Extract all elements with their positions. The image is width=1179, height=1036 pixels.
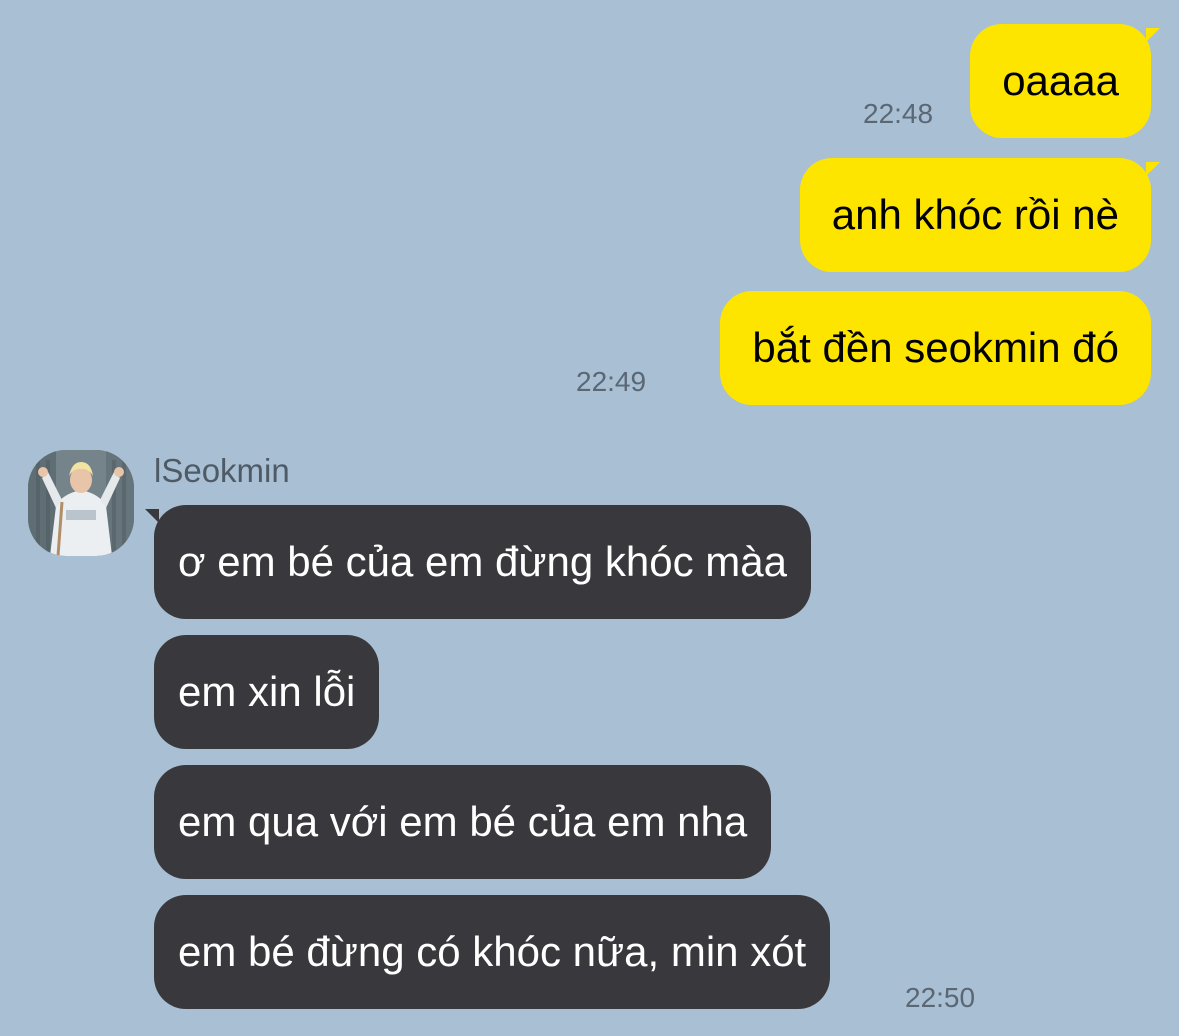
- message-text: em bé đừng có khóc nữa, min xót: [178, 928, 807, 975]
- incoming-message[interactable]: em xin lỗi: [154, 635, 380, 749]
- incoming-message[interactable]: em bé đừng có khóc nữa, min xót: [154, 895, 831, 1009]
- outgoing-message[interactable]: anh khóc rồi nè: [799, 158, 1160, 272]
- bubble-tail: [1146, 28, 1160, 42]
- contact-avatar[interactable]: [28, 450, 134, 556]
- contact-name: lSeokmin: [154, 452, 290, 489]
- outgoing-message[interactable]: oaaaa: [970, 24, 1160, 138]
- bubble-tail: [145, 509, 159, 523]
- message-text: bắt đền seokmin đó: [752, 324, 1119, 371]
- message-timestamp: 22:50: [905, 982, 976, 1013]
- message-text: anh khóc rồi nè: [831, 191, 1119, 238]
- incoming-message[interactable]: ơ em bé của em đừng khóc màa: [145, 505, 811, 619]
- message-text: em qua với em bé của em nha: [178, 798, 748, 845]
- message-text: ơ em bé của em đừng khóc màa: [178, 538, 787, 585]
- message-text: oaaaa: [1002, 57, 1119, 104]
- incoming-message[interactable]: em qua với em bé của em nha: [154, 765, 772, 879]
- avatar-photo-icon: [28, 450, 134, 556]
- message-text: em xin lỗi: [178, 668, 356, 715]
- outgoing-message[interactable]: bắt đền seokmin đó: [720, 291, 1151, 405]
- message-timestamp: 22:48: [863, 98, 934, 129]
- bubble-tail: [1146, 162, 1160, 176]
- message-timestamp: 22:49: [576, 366, 647, 397]
